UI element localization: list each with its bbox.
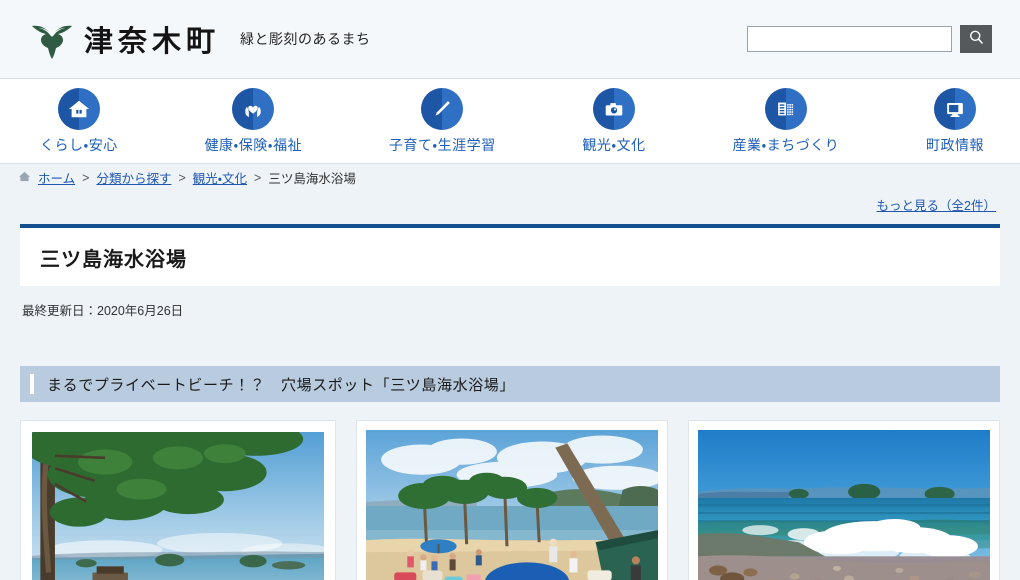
pencil-icon: [421, 87, 464, 130]
photo-waves-shore: [698, 430, 990, 580]
home-icon: [18, 170, 31, 186]
monitor-icon: [934, 87, 976, 130]
last-updated-date: 最終更新日：2020年6月26日: [22, 304, 184, 318]
nav-label: 町政情報: [926, 136, 984, 153]
breadcrumb-separator: >: [254, 170, 262, 185]
site-header: 津奈木町 緑と彫刻のあるまち: [0, 0, 1020, 78]
breadcrumb-item-category[interactable]: 分類から探す: [96, 168, 171, 187]
photo-card[interactable]: [20, 420, 336, 580]
camera-icon: [593, 87, 636, 130]
photo-card[interactable]: [688, 420, 1000, 580]
site-brand[interactable]: 津奈木町 緑と彫刻のあるまち: [30, 18, 371, 60]
nav-item-chosei[interactable]: 町政情報: [926, 87, 984, 155]
nav-item-kurashi[interactable]: くらし・安心: [40, 87, 118, 155]
nav-item-kenko[interactable]: 健康・保険・福祉: [204, 87, 303, 155]
photo-tree-bay: [32, 432, 324, 580]
site-tagline: 緑と彫刻のあるまち: [240, 31, 371, 47]
section-heading-text: まるでプライベートビーチ！？ 穴場スポット「三ツ島海水浴場」: [47, 376, 516, 394]
breadcrumb: ホーム > 分類から探す > 観光・文化 > 三ツ島海水浴場: [0, 164, 1020, 191]
nav-item-sangyo[interactable]: 産業・まちづくり: [732, 87, 840, 155]
page-title: 三ツ島海水浴場: [40, 248, 187, 271]
nav-label: 観光・文化: [582, 136, 646, 153]
nav-label: 子育て・生涯学習: [388, 136, 496, 153]
heading-accent-bar: [30, 374, 34, 394]
breadcrumb-item-kanko[interactable]: 観光・文化: [193, 168, 247, 187]
breadcrumb-item-home[interactable]: ホーム: [38, 168, 75, 187]
photo-gallery: [20, 420, 1000, 580]
main-content: 三ツ島海水浴場 最終更新日：2020年6月26日 まるでプライベートビーチ！？ …: [0, 224, 1020, 580]
hands-heart-icon: [232, 87, 275, 130]
breadcrumb-separator: >: [178, 170, 186, 185]
more-link[interactable]: もっと見る（全2件）: [877, 195, 996, 214]
more-link-row: もっと見る（全2件）: [0, 191, 1020, 218]
search-input[interactable]: [747, 26, 952, 52]
nav-label: 産業・まちづくり: [732, 136, 840, 153]
breadcrumb-item-current: 三ツ島海水浴場: [268, 172, 356, 186]
nav-label: 健康・保険・福祉: [204, 136, 303, 153]
photo-card[interactable]: [356, 420, 668, 580]
breadcrumb-separator: >: [82, 170, 90, 185]
building-icon: [764, 87, 807, 130]
site-title: 津奈木町: [84, 24, 221, 58]
nav-item-kanko[interactable]: 観光・文化: [582, 87, 646, 155]
search-icon: [968, 29, 985, 49]
nav-item-kosodate[interactable]: 子育て・生涯学習: [388, 87, 496, 155]
page-title-box: 三ツ島海水浴場: [20, 224, 1000, 286]
search-button[interactable]: [960, 25, 992, 53]
header-search: [747, 25, 992, 53]
section-heading: まるでプライベートビーチ！？ 穴場スポット「三ツ島海水浴場」: [20, 366, 1000, 402]
house-icon: [57, 87, 100, 130]
nav-label: くらし・安心: [40, 136, 118, 153]
global-navigation: くらし・安心 健康・保険・福祉 子育て・生涯学習 観光・文化 産業・まちづくり …: [0, 78, 1020, 164]
bird-crest-logo-icon: [30, 19, 74, 60]
photo-beach-people: [366, 430, 658, 580]
